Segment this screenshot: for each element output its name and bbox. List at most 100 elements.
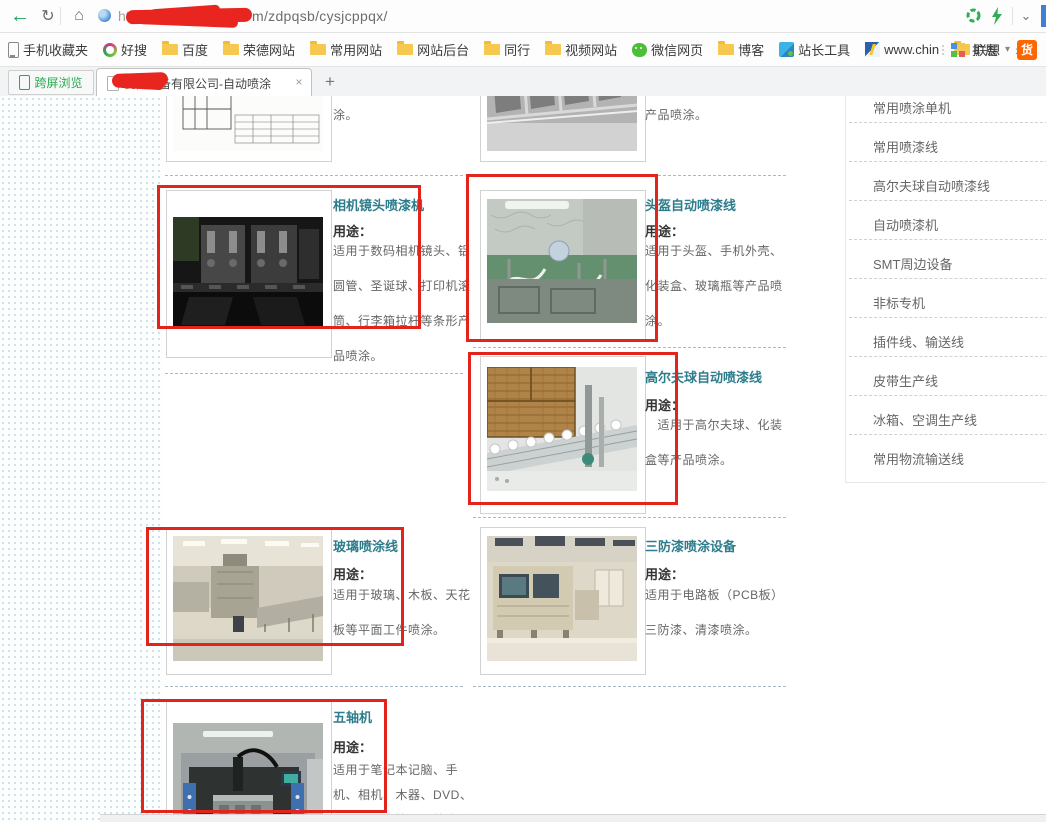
bookmark-label: 手机收藏夹: [23, 40, 88, 59]
extensions-caret-icon[interactable]: ▾: [1005, 44, 1010, 55]
row-divider: [165, 686, 463, 687]
row-divider: [165, 175, 463, 176]
row-divider: [473, 347, 786, 348]
product-description: 涂。: [333, 98, 358, 133]
bookmark-label: 站长工具: [798, 40, 850, 59]
product-card[interactable]: [166, 96, 332, 162]
sidebar-divider: [849, 161, 1046, 162]
bookmark-folder-video-sites[interactable]: 视频网站: [545, 40, 617, 59]
row-divider: [165, 373, 463, 374]
haosou-icon: [103, 43, 117, 57]
product-card[interactable]: [480, 527, 646, 675]
sidebar-item-paint-lines[interactable]: 常用喷漆线: [873, 137, 938, 156]
sidebar-item-belt-lines[interactable]: 皮带生产线: [873, 371, 938, 390]
speed-mode-icon[interactable]: [990, 7, 1004, 25]
bookmark-label: 视频网站: [565, 40, 617, 59]
bookmark-label: 同行: [504, 40, 530, 59]
sidebar-divider: [849, 239, 1046, 240]
sidebar-item-custom-machines[interactable]: 非标专机: [873, 293, 925, 312]
cross-screen-label: 跨屏浏览: [34, 74, 82, 91]
product-description: 适用于头盔、手机外壳、 化装盒、玻璃瓶等产品喷 涂。: [645, 234, 783, 339]
sidebar-divider: [849, 395, 1046, 396]
sidebar-item-fridge-ac-lines[interactable]: 冰箱、空调生产线: [873, 410, 977, 429]
new-tab-button[interactable]: +: [320, 72, 340, 92]
bookmark-folder-peers[interactable]: 同行: [484, 40, 530, 59]
bookmark-label: 好搜: [121, 40, 147, 59]
product-title-link[interactable]: 头盔自动喷漆线: [645, 195, 736, 214]
extensions-button[interactable]: 扩展: [972, 40, 998, 59]
page-content: 涂。 产品喷涂。: [0, 96, 1046, 822]
bookmark-label: 微信网页: [651, 40, 703, 59]
row-divider: [473, 686, 786, 687]
phone-icon: [8, 42, 19, 58]
folder-icon: [162, 44, 178, 55]
category-sidebar: 常用喷涂单机 常用喷漆线 高尔夫球自动喷漆线 自动喷漆机 SMT周边设备 非标专…: [845, 96, 1046, 483]
annotation-box-five-axis: [141, 699, 387, 813]
drag-handle-dots: [942, 45, 944, 55]
sidebar-item-logistics-conveyor-lines[interactable]: 常用物流输送线: [873, 449, 964, 468]
bookmark-label: 博客: [738, 40, 764, 59]
annotation-box-golf-line: [468, 352, 678, 505]
annotation-box-helmet-line: [466, 174, 658, 342]
extensions-icon: [951, 43, 965, 57]
bookmark-haosou[interactable]: 好搜: [103, 40, 147, 59]
no-trace-icon[interactable]: [966, 8, 981, 23]
folder-icon: [310, 44, 326, 55]
product-photo-spray-room: [487, 96, 637, 151]
back-button[interactable]: ←: [6, 0, 34, 32]
bookmark-folder-blog[interactable]: 博客: [718, 40, 764, 59]
sidebar-item-auto-paint-machines[interactable]: 自动喷漆机: [873, 215, 938, 234]
chinaz-icon: [779, 42, 794, 57]
folder-icon: [223, 44, 239, 55]
bookmark-www-chin[interactable]: www.chin: [865, 42, 939, 57]
row-divider: [473, 517, 786, 518]
product-description: 适用于电路板（PCB板） 三防漆、清漆喷涂。: [645, 578, 784, 648]
cross-screen-browse-button[interactable]: 跨屏浏览: [8, 70, 94, 95]
home-button[interactable]: ⌂: [66, 0, 92, 32]
sidebar-item-golf-ball-lines[interactable]: 高尔夫球自动喷漆线: [873, 176, 990, 195]
sidebar-divider: [849, 278, 1046, 279]
product-photo-pcb-coating: [487, 536, 637, 661]
globe-icon: [98, 9, 111, 22]
sidebar-divider: [849, 122, 1046, 123]
bookmarks-bar: 手机收藏夹 好搜 百度 荣德网站 常用网站 网站后台 同行 视频网站 微信网页 …: [0, 33, 1046, 67]
browser-toolbar: ← ↻ ⌂ http:// m/zdpqsb/cysjcppqx/ ⌄: [0, 0, 1046, 33]
search-button-edge[interactable]: [1041, 5, 1046, 27]
tab-close-icon[interactable]: ×: [292, 75, 306, 89]
product-title-link[interactable]: 三防漆喷涂设备: [645, 536, 736, 555]
chevron-down-icon[interactable]: ⌄: [1018, 10, 1034, 22]
toolbar-divider: [60, 7, 61, 25]
dotted-background: [0, 96, 163, 822]
bookmark-folder-common-sites[interactable]: 常用网站: [310, 40, 382, 59]
product-photo-cad-drawing: [173, 96, 323, 151]
folder-icon: [718, 44, 734, 55]
folder-icon: [545, 44, 561, 55]
sidebar-divider: [849, 434, 1046, 435]
bookmark-wechat-web[interactable]: 微信网页: [632, 40, 703, 59]
folder-icon: [484, 44, 500, 55]
bookmark-folder-rongde[interactable]: 荣德网站: [223, 40, 295, 59]
product-card[interactable]: [480, 96, 646, 162]
sidebar-item-spray-single-machines[interactable]: 常用喷涂单机: [873, 98, 951, 117]
url-path[interactable]: m/zdpqsb/cysjcppqx/: [252, 8, 388, 24]
product-description: 产品喷涂。: [645, 98, 708, 133]
sidebar-item-smt-equipment[interactable]: SMT周边设备: [873, 254, 952, 273]
folder-icon: [397, 44, 413, 55]
annotation-box-camera-lens: [157, 185, 421, 329]
bookmark-label: 常用网站: [330, 40, 382, 59]
sidebar-divider: [849, 200, 1046, 201]
phone-icon: [19, 75, 30, 90]
sidebar-item-insert-conveyor-lines[interactable]: 插件线、输送线: [873, 332, 964, 351]
bottom-scroll-strip[interactable]: [100, 814, 1046, 822]
annotation-box-glass-line: [146, 527, 404, 646]
reload-button[interactable]: ↻: [36, 0, 60, 32]
shopping-extension-icon[interactable]: 货: [1017, 40, 1037, 60]
bookmark-label: 网站后台: [417, 40, 469, 59]
bookmark-label: www.chin: [884, 42, 939, 57]
bookmark-mobile-favorites[interactable]: 手机收藏夹: [8, 40, 88, 59]
bookmark-folder-baidu[interactable]: 百度: [162, 40, 208, 59]
sidebar-divider: [849, 317, 1046, 318]
bookmark-label: 荣德网站: [243, 40, 295, 59]
bookmark-folder-site-admin[interactable]: 网站后台: [397, 40, 469, 59]
bookmark-chinaz-tools[interactable]: 站长工具: [779, 40, 850, 59]
